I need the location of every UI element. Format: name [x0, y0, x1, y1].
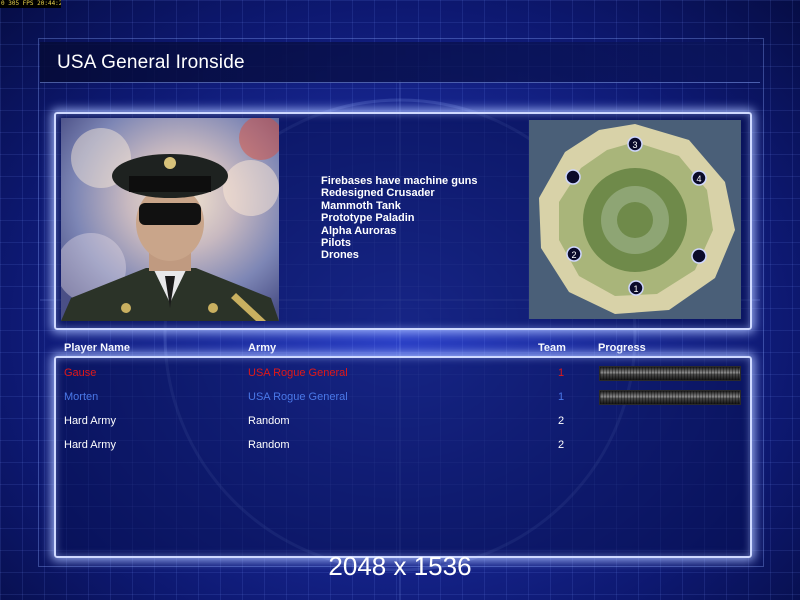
start-marker-label: 1: [633, 284, 638, 294]
page-title: USA General Ironside: [57, 52, 245, 73]
player-army: Random: [248, 439, 290, 451]
general-portrait: [61, 118, 279, 321]
start-marker-label: 4: [696, 174, 701, 184]
player-team: 2: [558, 439, 565, 451]
start-marker-empty[interactable]: [565, 169, 581, 185]
player-name: Hard Army: [64, 439, 116, 451]
player-army: Random: [248, 415, 290, 427]
feature-item: Firebases have machine guns: [321, 175, 478, 187]
start-marker-label: 2: [571, 250, 576, 260]
feature-item: Alpha Auroras: [321, 224, 397, 237]
feature-item: Prototype Paladin: [321, 212, 415, 225]
player-name: Gause: [64, 367, 97, 379]
player-team: 2: [558, 415, 565, 427]
feature-list: Firebases have machine guns Redesigned C…: [321, 175, 478, 262]
feature-item: Redesigned Crusader: [321, 187, 435, 200]
progress-bar: [599, 390, 741, 405]
player-name: Hard Army: [64, 415, 116, 427]
player-name: Morten: [64, 391, 99, 403]
header-player-name: Player Name: [64, 342, 131, 354]
players-panel: [54, 356, 752, 558]
header-army: Army: [248, 342, 277, 354]
start-marker-empty[interactable]: [691, 248, 707, 264]
feature-item: Drones: [321, 249, 359, 262]
map-preview[interactable]: 1 2 3 4: [529, 120, 741, 319]
player-army: USA Rogue General: [248, 391, 348, 403]
feature-item: Mammoth Tank: [321, 199, 401, 212]
player-team: 1: [558, 391, 565, 403]
player-army: USA Rogue General: [248, 367, 348, 379]
header-progress: Progress: [598, 342, 646, 354]
progress-bar: [599, 366, 741, 381]
player-team: 1: [558, 367, 565, 379]
start-marker-label: 3: [632, 140, 637, 150]
resolution-watermark: 2048 x 1536: [328, 551, 472, 581]
status-bar: 0 305 FPS 20:44:20: [0, 0, 61, 8]
feature-item: Pilots: [321, 237, 351, 250]
header-team: Team: [538, 342, 566, 354]
